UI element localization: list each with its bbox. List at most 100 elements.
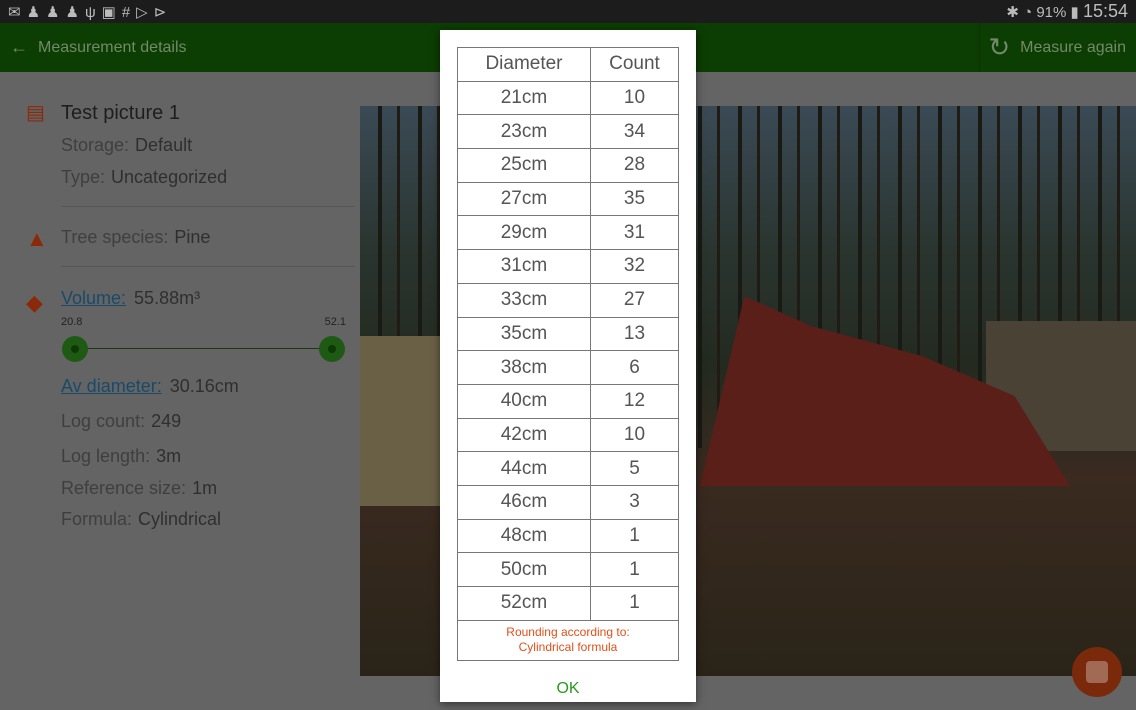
log-length-label: Log length: [61, 446, 151, 466]
count-cell: 5 [589, 451, 680, 486]
table-row: 42cm 10 [457, 417, 680, 453]
back-arrow-icon[interactable]: ← [10, 37, 28, 58]
diameter-cell: 50cm [457, 552, 591, 587]
species-value: Pine [174, 227, 211, 247]
status-bar: ✉ ♟ ♟ ♟ ψ ▣ # ▷ ⊳ ✱ ◔ 91% ▮ 15:54 [0, 0, 1136, 23]
count-cell: 31 [589, 215, 680, 251]
count-cell: 3 [589, 484, 680, 520]
count-cell: 10 [589, 417, 680, 453]
formula-row: Formula: Cylindrical [61, 509, 221, 530]
count-cell: 12 [589, 383, 680, 419]
table-row: 23cm 34 [457, 114, 680, 150]
play-icon: ⊳ [153, 3, 167, 21]
count-cell: 10 [589, 80, 680, 116]
count-cell: 34 [589, 114, 680, 150]
av-diameter-link[interactable]: Av diameter: [61, 376, 162, 396]
table-row: 48cm 1 [457, 518, 680, 554]
volume-value: 55.88m³ [134, 288, 201, 308]
count-cell: 1 [589, 586, 680, 621]
table-row: 46cm 3 [457, 484, 680, 520]
usb-icon: ψ [84, 3, 96, 21]
table-row: 38cm 6 [457, 350, 680, 385]
diameter-cell: 33cm [457, 282, 591, 318]
av-diameter-value: 30.16cm [169, 376, 239, 396]
picture-name: Test picture 1 [61, 102, 180, 124]
mail-icon: ✉ [8, 3, 21, 21]
reference-row: Reference size: 1m [61, 478, 217, 499]
table-row: 52cm 1 [457, 586, 680, 621]
refresh-icon: ↻ [988, 32, 1011, 62]
diameter-cell: 31cm [457, 249, 591, 284]
wifi-icon: ◔ [1023, 4, 1037, 21]
header-count: Count [589, 47, 680, 82]
table-row: 35cm 13 [457, 316, 680, 352]
page-title: Measurement details [38, 38, 187, 56]
storage-label: Storage: [61, 135, 130, 155]
measure-again-label: Measure again [1020, 38, 1126, 56]
range-min-label: 20.8 [61, 316, 83, 328]
diameter-cell: 25cm [457, 148, 591, 183]
volume-link[interactable]: Volume: [61, 288, 126, 308]
volume-row: Volume: 55.88m³ [61, 288, 200, 309]
ok-button[interactable]: OK [440, 680, 696, 698]
type-row: Type: Uncategorized [61, 167, 227, 188]
diameter-cell: 42cm [457, 417, 591, 453]
clipboard-icon: ▤ [26, 102, 45, 124]
formula-value: Cylindrical [138, 509, 222, 529]
slider-track [75, 348, 332, 349]
diameter-cell: 21cm [457, 80, 591, 116]
count-cell: 28 [589, 148, 680, 183]
system-icons: ✱ ◔ 91% ▮ 15:54 [1006, 1, 1128, 22]
note-line-1: Rounding according to: [506, 625, 630, 640]
count-cell: 13 [589, 316, 680, 352]
diameter-cell: 44cm [457, 451, 591, 486]
details-panel: ▤ Test picture 1 Storage: Default Type: Un… [0, 72, 360, 710]
log-count-value: 249 [151, 411, 182, 431]
range-max-label: 52.1 [324, 316, 346, 328]
table-row: 50cm 1 [457, 552, 680, 587]
count-cell: 27 [589, 282, 680, 318]
notification-icons: ✉ ♟ ♟ ♟ ψ ▣ # ▷ ⊳ [8, 3, 172, 21]
image-icon: ▣ [101, 3, 116, 21]
rounding-note: Rounding according to: Cylindrical formul… [457, 619, 679, 661]
species-row: Tree species: Pine [61, 227, 210, 248]
slider-max-thumb[interactable] [319, 336, 345, 362]
formula-label: Formula: [61, 509, 133, 529]
diameter-range-slider[interactable]: 20.8 52.1 [61, 316, 346, 362]
table-row: 31cm 32 [457, 249, 680, 284]
type-value: Uncategorized [111, 167, 228, 187]
slider-min-thumb[interactable] [62, 336, 88, 362]
chat-icon [1086, 661, 1108, 683]
diameter-count-dialog: Diameter Count 21cm 10 23cm 34 25cm 28 27cm 35 29… [440, 30, 696, 702]
table-row: 21cm 10 [457, 80, 680, 116]
table-row: 40cm 12 [457, 383, 680, 419]
chat-button[interactable] [1072, 647, 1122, 697]
table-row: 33cm 27 [457, 282, 680, 318]
count-cell: 6 [589, 350, 680, 385]
diameter-cell: 23cm [457, 114, 591, 150]
reference-label: Reference size: [61, 478, 187, 498]
cube-icon: ◆ [26, 290, 43, 315]
diameter-cell: 35cm [457, 316, 591, 352]
clock: 15:54 [1082, 1, 1128, 21]
diameter-cell: 52cm [457, 586, 591, 621]
hash-icon: # [121, 3, 131, 21]
diameter-table: Diameter Count 21cm 10 23cm 34 25cm 28 27cm 35 29… [457, 47, 680, 661]
reference-value: 1m [192, 478, 218, 498]
species-label: Tree species: [61, 227, 169, 247]
diameter-cell: 46cm [457, 484, 591, 520]
chess-icon: ♟ [46, 3, 60, 21]
table-row: 27cm 35 [457, 181, 680, 217]
storage-value: Default [135, 135, 193, 155]
log-length-row: Log length: 3m [61, 446, 181, 467]
diameter-cell: 40cm [457, 383, 591, 419]
count-cell: 32 [589, 249, 680, 284]
battery-level: 91% [1036, 4, 1067, 21]
storage-row: Storage: Default [61, 135, 192, 156]
log-count-row: Log count: 249 [61, 411, 181, 432]
measure-again-button[interactable]: ↻ Measure again [979, 23, 1126, 72]
log-count-label: Log count: [61, 411, 146, 431]
count-cell: 1 [589, 518, 680, 554]
count-cell: 35 [589, 181, 680, 217]
diameter-cell: 38cm [457, 350, 591, 385]
